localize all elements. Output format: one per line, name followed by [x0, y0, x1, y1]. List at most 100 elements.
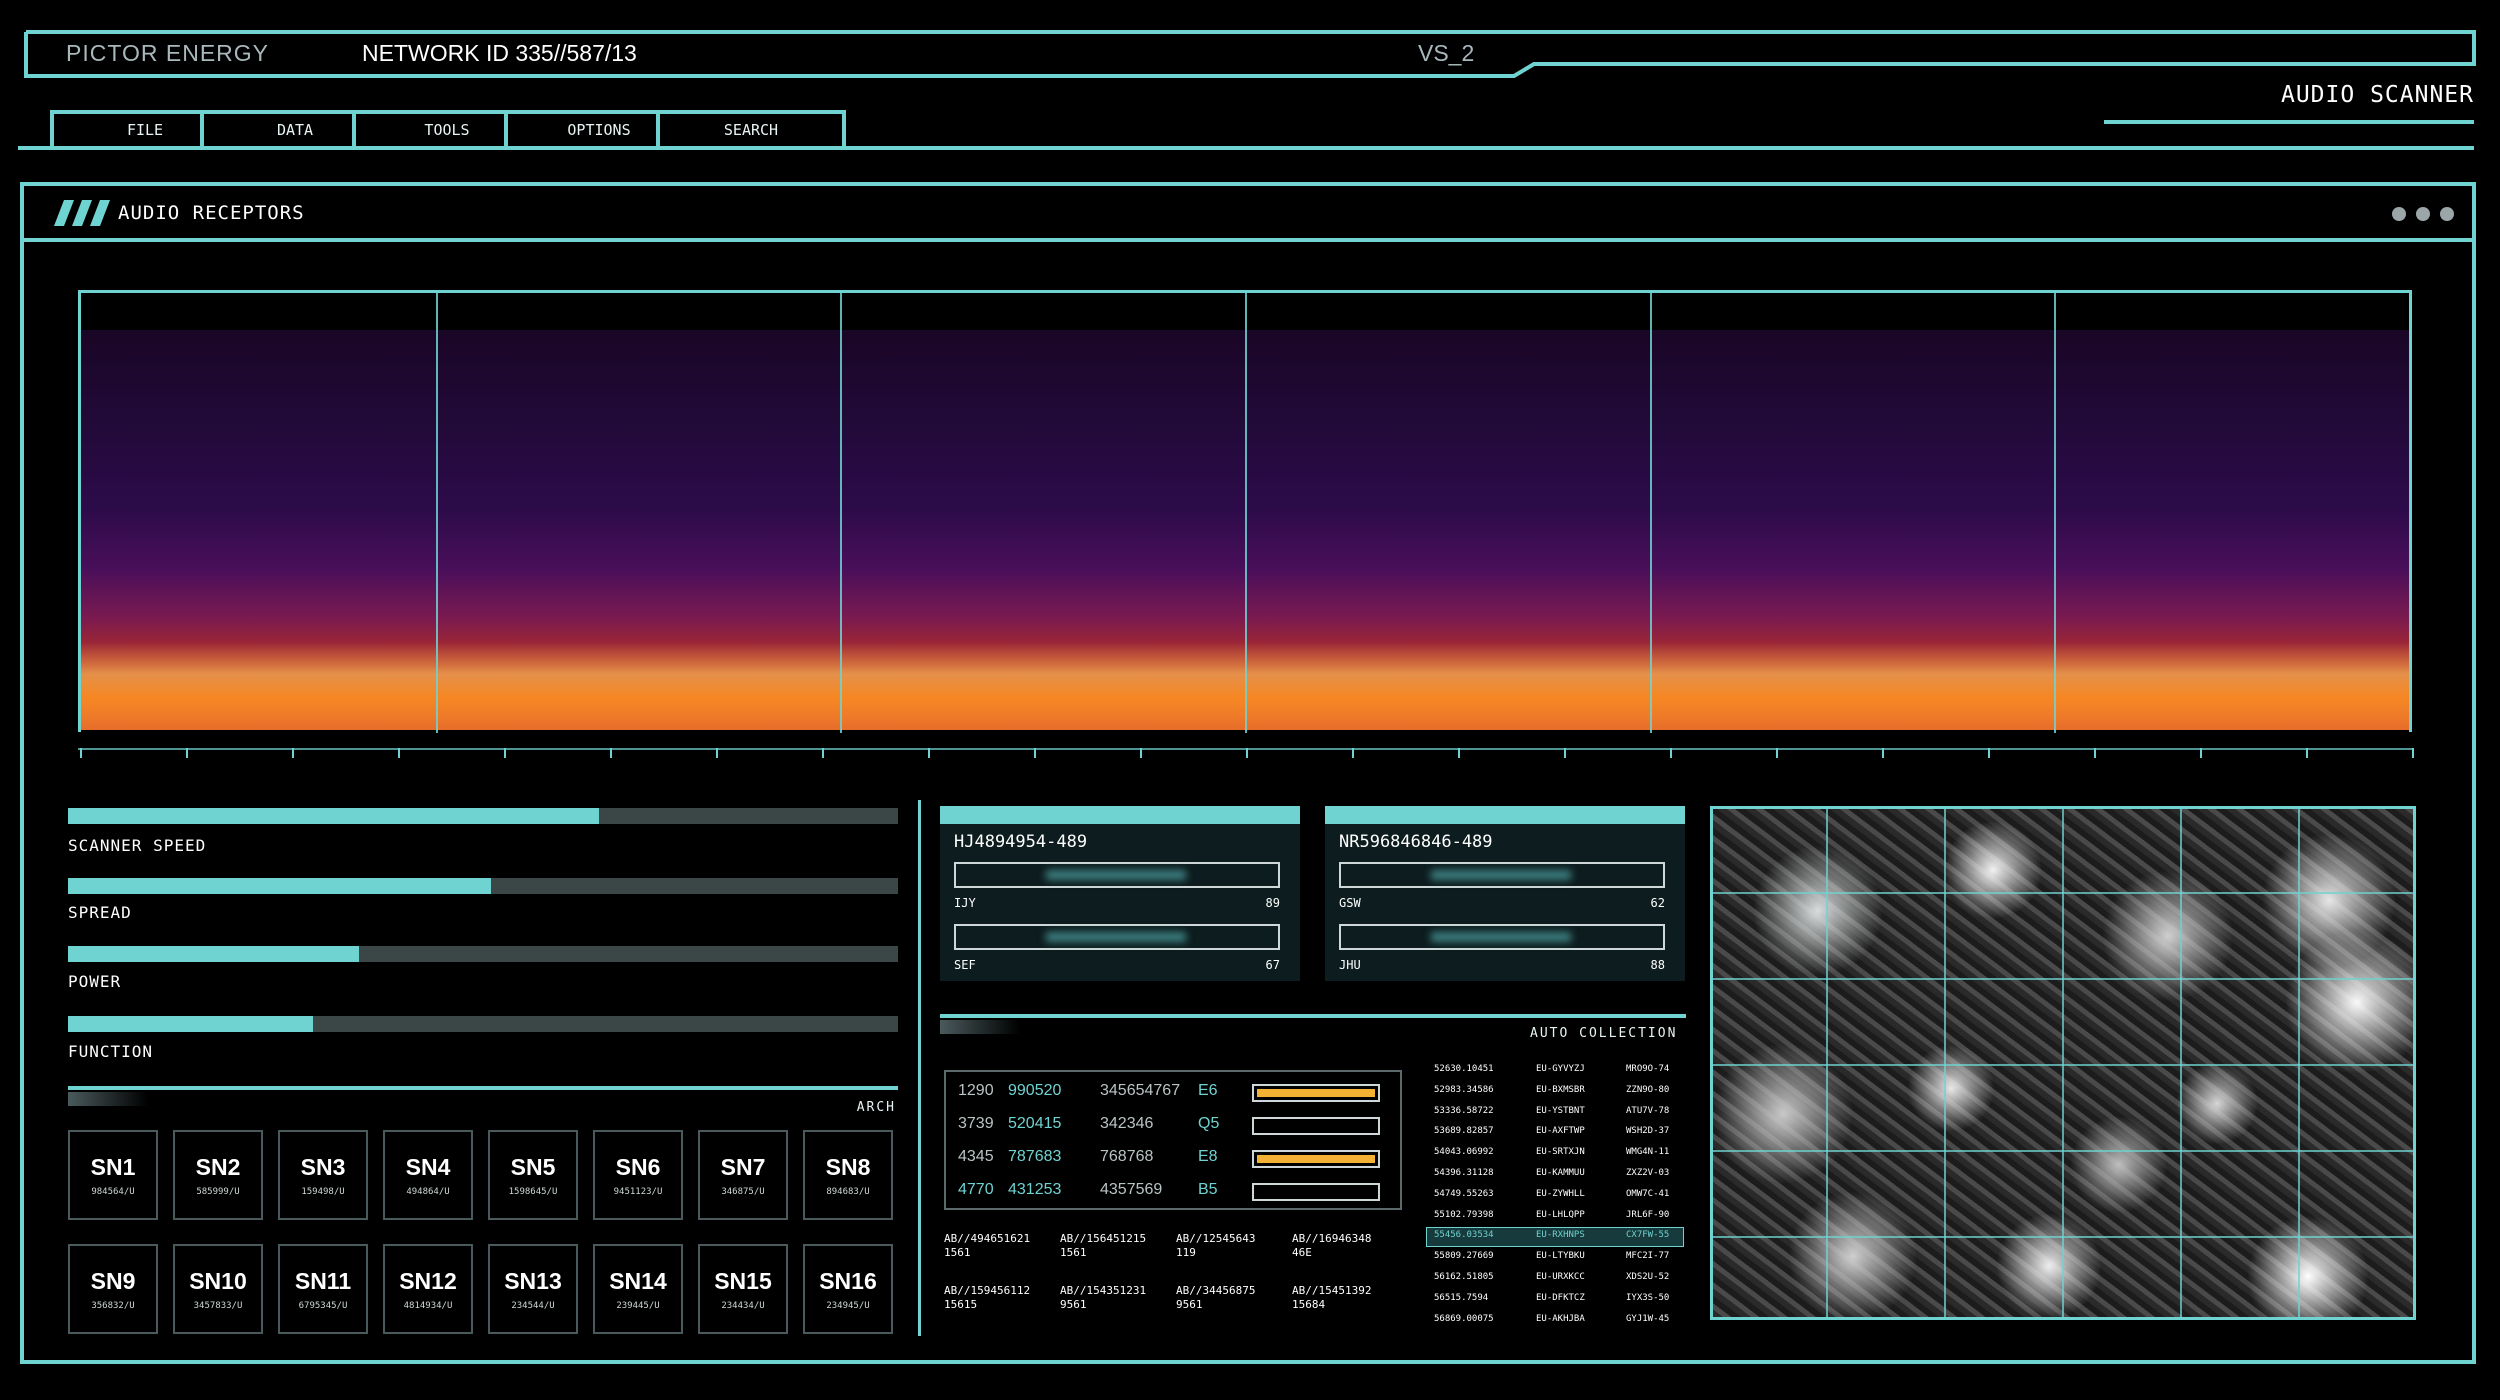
ac-status-bar [1252, 1084, 1380, 1102]
list-cell-b[interactable]: EU-URXKCC [1536, 1272, 1585, 1282]
ab-code: AB//494651621 1561 [944, 1232, 1030, 1260]
list-cell-a[interactable]: 52983.34586 [1434, 1085, 1494, 1095]
app-title: AUDIO SCANNER [2280, 82, 2474, 108]
list-cell-b[interactable]: EU-BXMSBR [1536, 1085, 1585, 1095]
list-cell-a[interactable]: 53689.82857 [1434, 1126, 1494, 1136]
receptor-card-2[interactable]: NR596846846-489 GSW 62 JHU 88 [1325, 806, 1685, 981]
list-cell-b[interactable]: EU-AXFTWP [1536, 1126, 1585, 1136]
card-id: HJ4894954-489 [954, 832, 1088, 852]
axis-tick [928, 748, 930, 758]
field-value: 89 [1265, 896, 1280, 910]
list-cell-a[interactable]: 56515.7594 [1434, 1293, 1488, 1303]
list-cell-b[interactable]: EU-ZYWHLL [1536, 1189, 1585, 1199]
slider-label: POWER [68, 972, 122, 991]
sensor-sn4[interactable]: SN4 494864/U [383, 1130, 473, 1220]
more-dots-icon[interactable] [2390, 202, 2460, 226]
ac-cell-c: 768768 [1100, 1148, 1154, 1165]
sensor-name: SN4 [405, 1153, 451, 1180]
sensor-sn3[interactable]: SN3 159498/U [278, 1130, 368, 1220]
list-cell-a[interactable]: 55809.27669 [1434, 1251, 1494, 1261]
list-cell-a[interactable]: 52630.10451 [1434, 1064, 1494, 1074]
spread-slider[interactable] [68, 878, 898, 894]
list-cell-b[interactable]: EU-DFKTCZ [1536, 1293, 1585, 1303]
list-cell-a[interactable]: 54749.55263 [1434, 1189, 1494, 1199]
list-cell-c[interactable]: XDS2U-52 [1626, 1272, 1669, 1282]
menu-search[interactable]: SEARCH [656, 110, 846, 150]
list-cell-b[interactable]: EU-SRTXJN [1536, 1147, 1585, 1157]
ac-cell-a: 4345 [958, 1148, 994, 1165]
list-cell-a[interactable]: 54396.31128 [1434, 1168, 1494, 1178]
list-cell-b[interactable]: EU-AKHJBA [1536, 1314, 1585, 1324]
ab-code-id: AB//159456112 [944, 1284, 1031, 1297]
sensor-sn8[interactable]: SN8 894683/U [803, 1130, 893, 1220]
axis-tick [822, 748, 824, 758]
list-cell-a[interactable]: 56869.00075 [1434, 1314, 1494, 1324]
card-field-2[interactable] [954, 924, 1280, 950]
sensor-sn9[interactable]: SN9 356832/U [68, 1244, 158, 1334]
sensor-sn5[interactable]: SN5 1598645/U [488, 1130, 578, 1220]
texture-grid-line [1710, 978, 2416, 980]
texture-grid-line [1826, 806, 1828, 1320]
ac-cell-b: 990520 [1008, 1082, 1062, 1099]
sensor-name: SN12 [399, 1267, 457, 1294]
list-cell-a[interactable]: 54043.06992 [1434, 1147, 1494, 1157]
list-cell-c[interactable]: JRL6F-90 [1626, 1210, 1669, 1220]
spectrogram-divider [840, 293, 842, 733]
sensor-sn6[interactable]: SN6 9451123/U [593, 1130, 683, 1220]
list-cell-c[interactable]: GYJ1W-45 [1626, 1314, 1669, 1324]
sensor-sn12[interactable]: SN12 4814934/U [383, 1244, 473, 1334]
list-cell-c[interactable]: CX7FW-55 [1626, 1230, 1669, 1240]
function-slider[interactable] [68, 1016, 898, 1032]
ac-cell-d: E6 [1198, 1082, 1218, 1099]
sensor-code: 894683/U [826, 1186, 870, 1197]
receptor-card-1[interactable]: HJ4894954-489 IJY 89 SEF 67 [940, 806, 1300, 981]
sensor-sn11[interactable]: SN11 6795345/U [278, 1244, 368, 1334]
scanner-speed-slider[interactable] [68, 808, 898, 824]
list-cell-b[interactable]: EU-KAMMUU [1536, 1168, 1585, 1178]
list-cell-a[interactable]: 55102.79398 [1434, 1210, 1494, 1220]
list-cell-c[interactable]: ZZN9O-80 [1626, 1085, 1669, 1095]
list-cell-c[interactable]: MFC2I-77 [1626, 1251, 1669, 1261]
sensor-sn7[interactable]: SN7 346875/U [698, 1130, 788, 1220]
sensor-sn1[interactable]: SN1 984564/U [68, 1130, 158, 1220]
sensor-name: SN8 [825, 1153, 871, 1180]
list-cell-b[interactable]: EU-LHLQPP [1536, 1210, 1585, 1220]
sensor-code: 9451123/U [613, 1186, 663, 1197]
axis-tick [292, 748, 294, 758]
ac-cell-d: Q5 [1198, 1115, 1220, 1132]
list-cell-c[interactable]: IYX3S-50 [1626, 1293, 1669, 1303]
list-cell-a[interactable]: 53336.58722 [1434, 1106, 1494, 1116]
sensor-sn15[interactable]: SN15 234434/U [698, 1244, 788, 1334]
ab-code: AB//16946348 46E [1292, 1232, 1371, 1260]
list-cell-c[interactable]: WMG4N-11 [1626, 1147, 1669, 1157]
axis-tick [1246, 748, 1248, 758]
axis-tick [1882, 748, 1884, 758]
list-cell-c[interactable]: OMW7C-41 [1626, 1189, 1669, 1199]
axis-tick [1670, 748, 1672, 758]
list-cell-c[interactable]: MRO9O-74 [1626, 1064, 1669, 1074]
list-cell-b[interactable]: EU-YSTBNT [1536, 1106, 1585, 1116]
sensor-sn16[interactable]: SN16 234945/U [803, 1244, 893, 1334]
list-cell-a[interactable]: 55456.03534 [1434, 1230, 1494, 1240]
list-cell-b[interactable]: EU-LTYBKU [1536, 1251, 1585, 1261]
list-cell-b[interactable]: EU-RXHNPS [1536, 1230, 1585, 1240]
sensor-sn10[interactable]: SN10 3457833/U [173, 1244, 263, 1334]
sensor-sn13[interactable]: SN13 234544/U [488, 1244, 578, 1334]
list-cell-b[interactable]: EU-GYVYZJ [1536, 1064, 1585, 1074]
list-cell-c[interactable]: WSH2D-37 [1626, 1126, 1669, 1136]
field-key: SEF [954, 958, 976, 972]
card-field-2[interactable] [1339, 924, 1665, 950]
spectrogram-divider [436, 293, 438, 733]
list-cell-c[interactable]: ZXZ2V-03 [1626, 1168, 1669, 1178]
power-slider[interactable] [68, 946, 898, 962]
ac-status-bar [1252, 1183, 1380, 1201]
list-cell-c[interactable]: ATU7V-78 [1626, 1106, 1669, 1116]
card-field-1[interactable] [1339, 862, 1665, 888]
sensor-sn2[interactable]: SN2 585999/U [173, 1130, 263, 1220]
list-cell-a[interactable]: 56162.51805 [1434, 1272, 1494, 1282]
sensor-sn14[interactable]: SN14 239445/U [593, 1244, 683, 1334]
ab-code-id: AB//12545643 [1176, 1232, 1256, 1245]
axis-tick [1034, 748, 1036, 758]
axis-tick [1458, 748, 1460, 758]
card-field-1[interactable] [954, 862, 1280, 888]
